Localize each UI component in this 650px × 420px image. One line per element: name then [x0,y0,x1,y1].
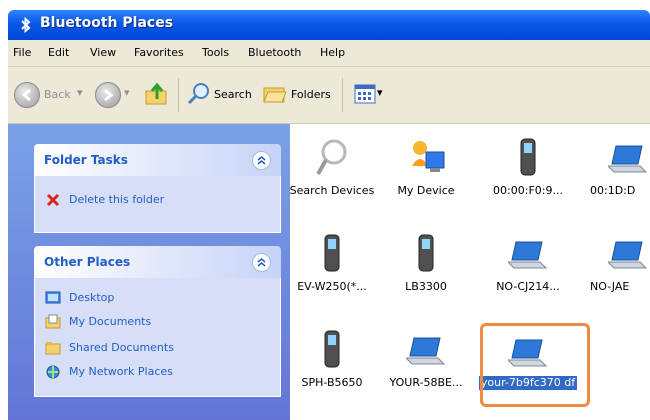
device-item[interactable]: Search Devices [282,136,382,198]
device-label: SPH-B5650 [301,376,363,389]
device-label: EV-W250(*... [297,280,367,293]
my-network-places-icon [46,365,60,379]
device-item[interactable]: 00:00:F0:9... [478,136,578,198]
menu-help[interactable]: Help [320,46,345,59]
phone-icon [324,234,340,272]
laptop-icon [406,337,446,365]
my-documents-icon [45,314,61,329]
device-item[interactable]: NO-CJ214... [478,232,578,294]
delete-icon [46,193,60,207]
back-label: Back [44,88,71,101]
folders-button[interactable]: Folders [291,88,331,101]
device-list: Search Devices My Device 00:00:F0:9... 0… [290,124,650,420]
folder-tasks-panel: Folder Tasks Delete this folder [34,144,281,233]
toolbar: Back ▾ ▾ Search Folders ▾ [8,67,650,124]
menu-favorites[interactable]: Favorites [134,46,184,59]
views-icon[interactable] [354,84,376,104]
other-places-title: Other Places [44,255,131,269]
title-bar: Bluetooth Places [8,10,650,40]
back-arrow-icon [21,88,31,102]
search-button[interactable]: Search [214,88,252,101]
device-label: My Device [397,184,455,197]
folder-tasks-body: Delete this folder [34,176,281,233]
forward-button[interactable] [95,82,121,108]
my-documents-link[interactable]: My Documents [69,315,151,328]
back-button[interactable] [14,82,40,108]
phone-icon [324,330,340,368]
device-item[interactable]: NO-JAE [580,232,650,294]
device-label: YOUR-58BE... [389,376,463,389]
other-places-panel: Other Places Desktop My Documents Shared… [34,246,281,397]
toolbar-separator [178,78,179,112]
device-item[interactable]: EV-W250(*... [282,232,382,294]
my-network-places-link[interactable]: My Network Places [69,365,173,378]
shared-documents-icon [45,342,61,355]
menu-bluetooth[interactable]: Bluetooth [248,46,301,59]
device-item[interactable]: 00:1D:D [580,136,650,198]
device-label: 00:00:F0:9... [493,184,563,197]
up-folder-icon[interactable] [144,81,170,107]
device-label: 00:1D:D [590,184,636,197]
magnifier-icon [316,139,347,175]
menu-bar: File Edit View Favorites Tools Bluetooth… [8,40,650,67]
other-places-body: Desktop My Documents Shared Documents My… [34,278,281,397]
selection-highlight [480,323,590,407]
device-item[interactable]: YOUR-58BE... [376,328,476,390]
phone-icon [520,138,536,176]
shared-documents-link[interactable]: Shared Documents [69,341,174,354]
desktop-link[interactable]: Desktop [69,291,114,304]
toolbar-separator [342,78,343,112]
laptop-icon [608,145,648,173]
folder-tasks-title: Folder Tasks [44,153,128,167]
collapse-icon[interactable] [252,253,271,272]
menu-tools[interactable]: Tools [202,46,229,59]
collapse-icon[interactable] [252,151,271,170]
laptop-icon [508,241,548,269]
views-dropdown-icon[interactable]: ▾ [377,86,383,99]
device-label: Search Devices [289,184,375,197]
search-icon[interactable] [186,81,212,107]
delete-folder-link[interactable]: Delete this folder [69,193,164,206]
device-label: NO-JAE [590,280,630,293]
folders-icon[interactable] [262,82,288,106]
device-label: NO-CJ214... [496,280,560,293]
laptop-icon [608,241,648,269]
device-item[interactable]: SPH-B5650 [282,328,382,390]
window-title: Bluetooth Places [40,15,174,31]
device-label: LB3300 [405,280,447,293]
my-device-icon [412,141,445,172]
bluetooth-icon [21,16,31,34]
task-pane: Folder Tasks Delete this folder Other Pl… [8,124,290,420]
menu-view[interactable]: View [90,46,116,59]
window: Bluetooth Places File Edit View Favorite… [0,0,650,420]
device-item[interactable]: My Device [376,136,476,198]
forward-arrow-icon [104,88,114,102]
folder-tasks-header[interactable]: Folder Tasks [34,144,281,176]
other-places-header[interactable]: Other Places [34,246,281,278]
menu-file[interactable]: File [13,46,31,59]
back-dropdown-icon[interactable]: ▾ [77,86,83,99]
phone-icon [418,234,434,272]
desktop-icon [45,291,61,304]
menu-edit[interactable]: Edit [48,46,69,59]
device-item[interactable]: LB3300 [376,232,476,294]
forward-dropdown-icon[interactable]: ▾ [124,86,130,99]
